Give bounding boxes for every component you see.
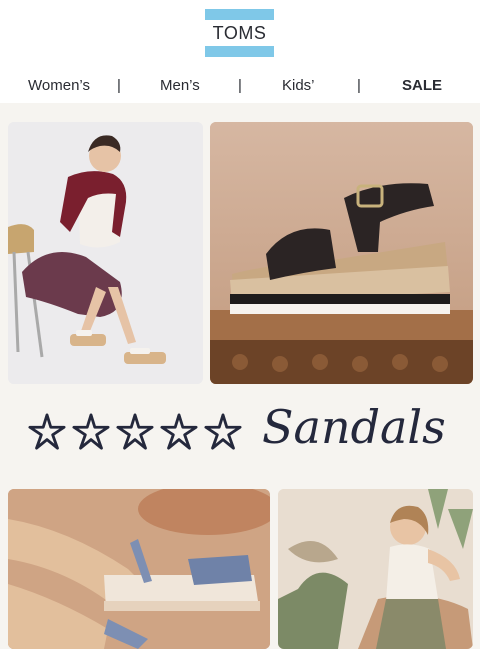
model-wedge-sandals-photo[interactable] [8, 122, 203, 384]
nav-separator: | [117, 77, 121, 94]
model-outdoor-illustration [278, 489, 473, 649]
nav-link-sale[interactable]: SALE [402, 74, 442, 98]
flatform-sandals-photo[interactable] [8, 489, 270, 649]
email-header: TOMS Women’s | Men’s | Kids’ | SALE [0, 0, 480, 103]
sandals-headline: Sandals [262, 400, 446, 454]
model-illustration [8, 122, 203, 384]
nav-separator: | [238, 77, 242, 94]
nav-separator: | [357, 77, 361, 94]
nav-link-women[interactable]: Women’s [28, 74, 90, 98]
toms-logo[interactable]: TOMS [205, 9, 274, 57]
star-rating [28, 410, 242, 460]
feet-illustration [8, 489, 270, 649]
star-icon [72, 413, 110, 450]
wedge-sandal-product-photo[interactable] [210, 122, 473, 384]
logo-text: TOMS [212, 22, 267, 43]
sandal-illustration [210, 122, 473, 384]
star-icon [204, 413, 242, 450]
star-icon [28, 413, 66, 450]
nav-link-kids[interactable]: Kids’ [282, 74, 315, 98]
nav-link-men[interactable]: Men’s [160, 74, 200, 98]
logo-band: TOMS [205, 20, 274, 46]
model-outdoor-photo[interactable] [278, 489, 473, 649]
star-icon [160, 413, 198, 450]
category-nav: Women’s | Men’s | Kids’ | SALE [0, 74, 480, 98]
star-icon [116, 413, 154, 450]
